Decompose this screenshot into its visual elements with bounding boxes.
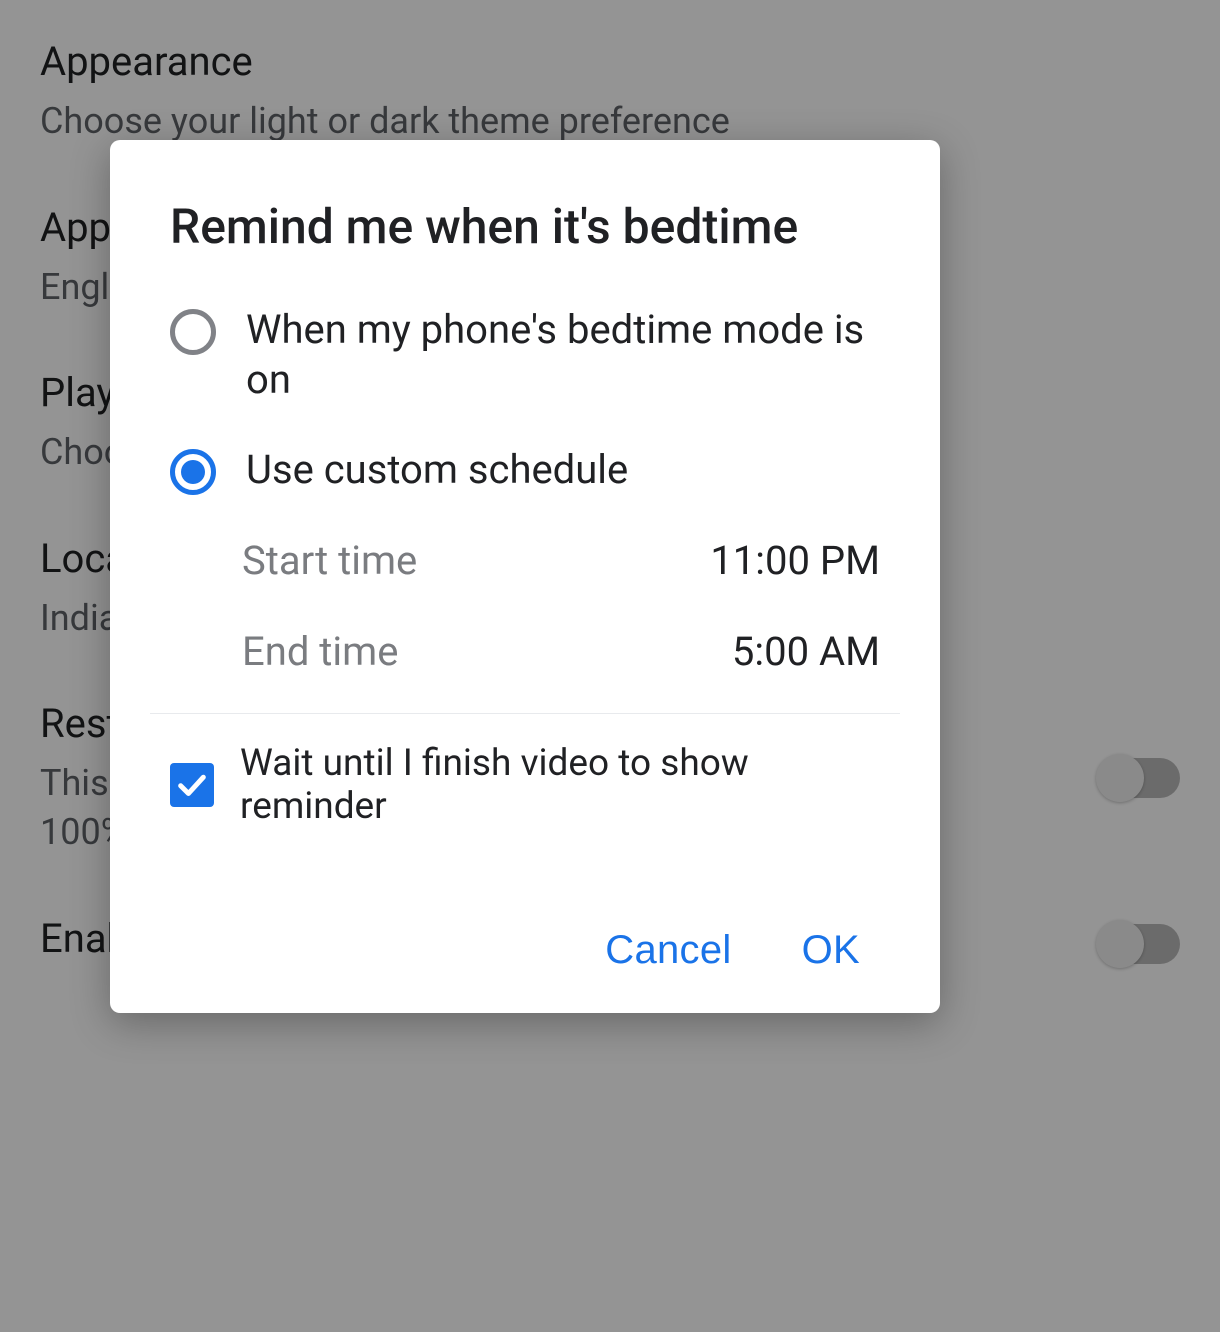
radio-option-phone-bedtime[interactable]: When my phone's bedtime mode is on (110, 285, 940, 425)
wait-until-finish-checkbox-row[interactable]: Wait until I finish video to show remind… (110, 714, 940, 838)
radio-label: When my phone's bedtime mode is on (246, 305, 880, 405)
bedtime-reminder-dialog: Remind me when it's bedtime When my phon… (110, 140, 940, 1013)
start-time-value: 11:00 PM (710, 537, 880, 584)
check-icon (175, 768, 209, 802)
modal-overlay[interactable]: Remind me when it's bedtime When my phon… (0, 0, 1220, 1332)
radio-unchecked-icon (170, 309, 216, 355)
ok-button[interactable]: OK (802, 928, 860, 973)
checkbox-checked-icon (170, 763, 214, 807)
start-time-label: Start time (242, 537, 417, 584)
radio-option-custom-schedule[interactable]: Use custom schedule (110, 425, 940, 515)
checkbox-label: Wait until I finish video to show remind… (240, 742, 880, 828)
end-time-value: 5:00 AM (732, 628, 880, 675)
dialog-title: Remind me when it's bedtime (110, 140, 940, 285)
end-time-label: End time (242, 628, 398, 675)
end-time-row[interactable]: End time 5:00 AM (110, 606, 940, 697)
cancel-button[interactable]: Cancel (605, 928, 731, 973)
radio-checked-icon (170, 449, 216, 495)
start-time-row[interactable]: Start time 11:00 PM (110, 515, 940, 606)
radio-label: Use custom schedule (246, 445, 628, 495)
dialog-actions: Cancel OK (110, 838, 940, 983)
